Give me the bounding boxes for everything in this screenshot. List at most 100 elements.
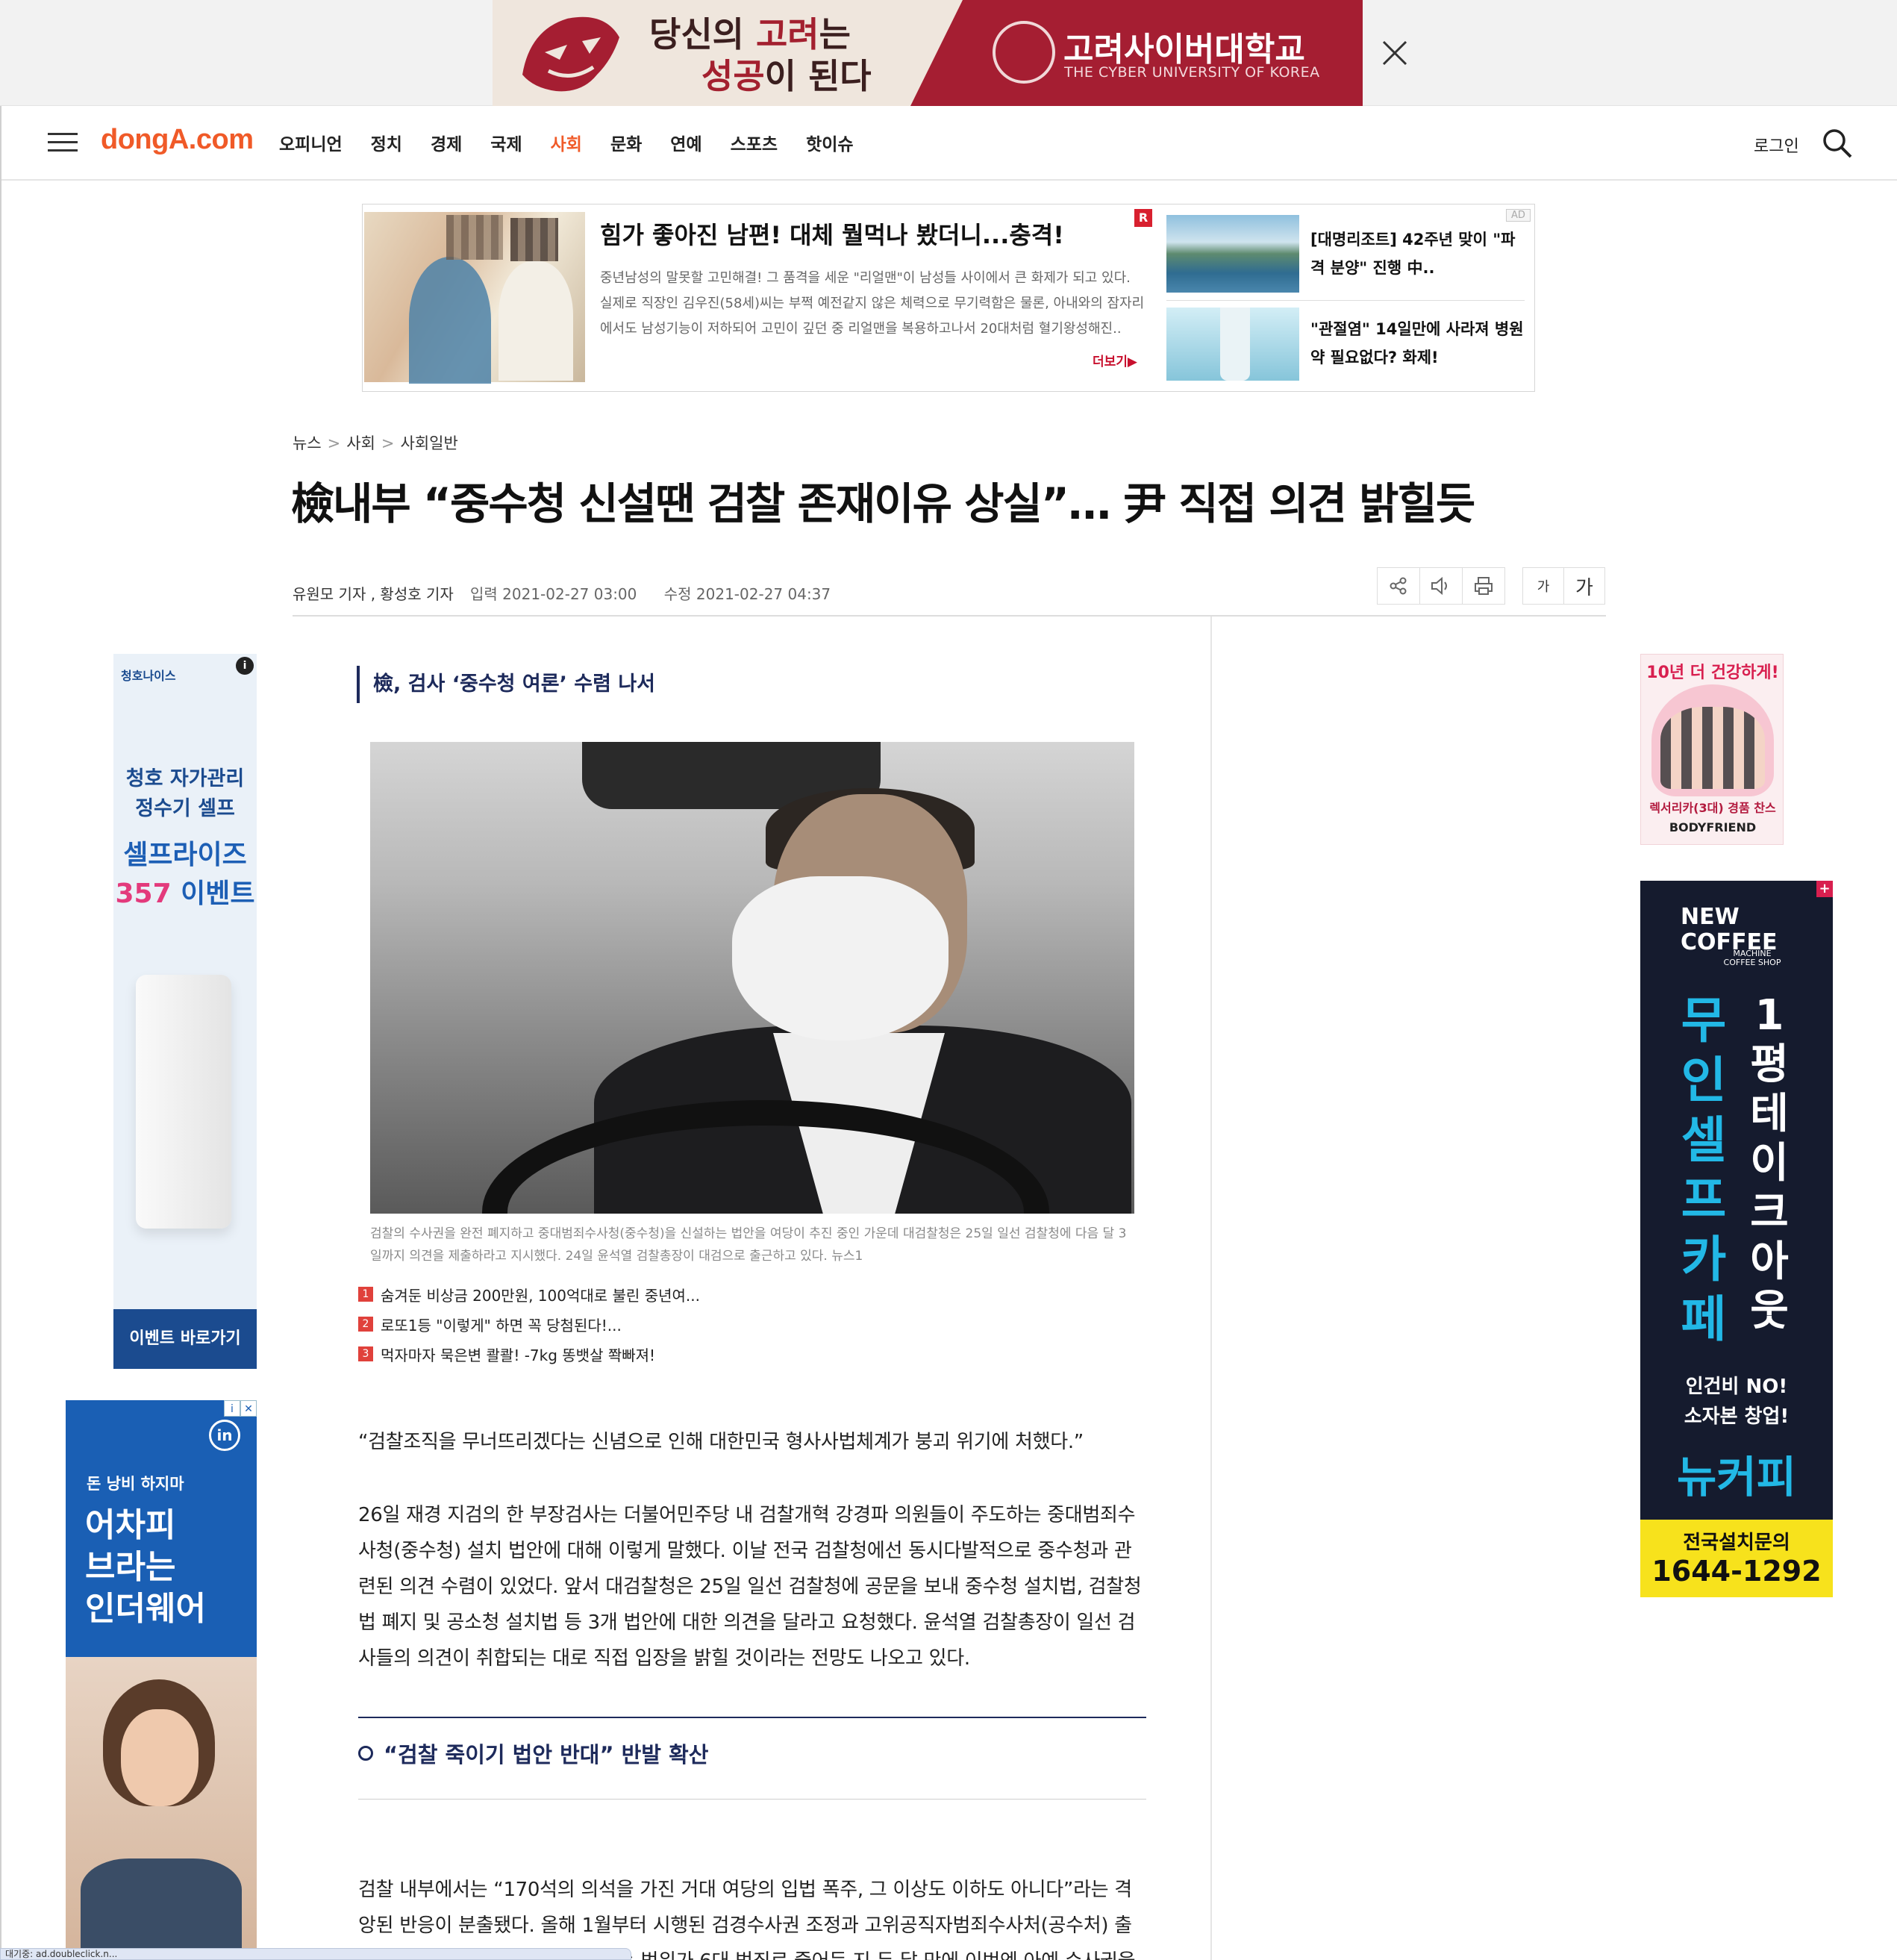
divider: [1166, 300, 1525, 301]
brand-circle-icon: in: [209, 1420, 240, 1451]
ad-side-thumbnail-legs[interactable]: [1166, 308, 1299, 381]
plus-icon[interactable]: +: [1816, 881, 1833, 897]
nav-item-international[interactable]: 국제: [490, 130, 522, 155]
section-heading-text: “검찰 죽이기 법안 반대” 반발 확산: [384, 1742, 709, 1767]
close-icon[interactable]: [1378, 36, 1412, 70]
ad-side-thumbnail-resort[interactable]: [1166, 215, 1299, 293]
divider: [358, 1799, 1146, 1800]
byline: 유원모 기자 , 황성호 기자: [293, 585, 454, 603]
nav-item-entertainment[interactable]: 연예: [670, 130, 701, 155]
ad-title: 10년 더 건강하게!: [1646, 664, 1779, 682]
edit-date: 수정 2021-02-27 04:37: [663, 585, 831, 603]
login-link[interactable]: 로그인: [1754, 133, 1799, 157]
ad-tagline: 인건비 NO! 소자본 창업!: [1684, 1376, 1790, 1428]
ad-thumbnail[interactable]: [364, 212, 585, 384]
listen-button[interactable]: [1419, 567, 1463, 605]
nav-item-culture[interactable]: 문화: [610, 130, 642, 155]
ad-side-title-2[interactable]: "관절염" 14일만에 사라져 병원약 필요없다? 화제!: [1310, 315, 1527, 372]
photo-caption: 검찰의 수사권을 완전 폐지하고 중대범죄수사청(중수청)을 신설하는 법안을 …: [370, 1226, 1127, 1264]
ad-badge: AD: [1506, 209, 1531, 222]
left-side-ad-chungho[interactable]: 청호나이스 i 청호 자가관리 정수기 셀프 셀프라이즈 357 이벤트 이벤트…: [113, 654, 257, 1369]
divider: [358, 1717, 1146, 1718]
nav-item-hot-issue[interactable]: 핫이슈: [806, 130, 853, 155]
article-subhead: 檢, 검사 ‘중수청 여론’ 수렴 나서: [357, 666, 655, 703]
university-name: 고려사이버대학교: [1063, 31, 1305, 69]
newcoffee-logo: NEW COFFEE: [1681, 904, 1778, 955]
article-toolbar: 가 가: [1377, 567, 1605, 605]
ad-contact-footer[interactable]: 전국설치문의 1644-1292: [1640, 1520, 1833, 1597]
group-photo: [1660, 707, 1765, 789]
font-decrease-button[interactable]: 가: [1522, 567, 1564, 605]
circle-bullet-icon: [358, 1746, 373, 1761]
native-ad-box[interactable]: 힘가 좋아진 남편! 대체 뭘먹나 봤더니...충격! 중년남성의 말못할 고민…: [362, 204, 1535, 392]
nav-item-politics[interactable]: 정치: [371, 130, 402, 155]
share-icon: [1390, 577, 1407, 595]
info-icon[interactable]: i: [236, 657, 254, 675]
university-name-en: THE CYBER UNIVERSITY OF KOREA: [1064, 64, 1320, 81]
rank-link-text[interactable]: 숨겨둔 비상금 200만원, 100억대로 불린 중년여...: [381, 1284, 700, 1305]
ad-vertical-text-blue: 무인셀프카페: [1681, 992, 1727, 1348]
ad-headline[interactable]: 힘가 좋아진 남편! 대체 뭘먹나 봤더니...충격!: [600, 216, 1064, 251]
nav-item-economy[interactable]: 경제: [431, 130, 462, 155]
search-icon[interactable]: [1821, 127, 1854, 160]
rank-number: 1: [358, 1287, 373, 1302]
page-title: 檢내부 “중수청 신설땐 검찰 존재이유 상실”… 尹 직접 의견 밝힐듯: [291, 478, 1475, 529]
article-photo[interactable]: [370, 742, 1134, 1214]
site-logo[interactable]: dongA.com: [101, 124, 254, 156]
nav-item-society[interactable]: 사회: [551, 130, 582, 155]
list-item[interactable]: 3 먹자마자 묵은변 콸콸! -7kg 똥뱃살 쫙빠져!: [358, 1339, 700, 1369]
water-purifier-image: [136, 975, 231, 1229]
ad-line: 셀프라이즈 357 이벤트: [115, 840, 255, 909]
article-paragraph: 검찰 내부에서는 “170석의 의석을 가진 거대 여당의 입법 폭주, 그 이…: [358, 1879, 1136, 1960]
list-item[interactable]: 1 숨겨둔 비상금 200만원, 100억대로 불린 중년여...: [358, 1279, 700, 1309]
print-button[interactable]: [1462, 567, 1505, 605]
ad-more-link[interactable]: 더보기▶: [1093, 351, 1137, 369]
top-ad-strip: 당신의 고려는 성공이 된다 고려사이버대학교 THE CYBER UNIVER…: [0, 0, 1897, 106]
nav-menu: 오피니언 정치 경제 국제 사회 문화 연예 스포츠 핫이슈: [279, 130, 882, 155]
ranked-links: 1 숨겨둔 비상금 200만원, 100억대로 불린 중년여... 2 로또1등 "…: [358, 1279, 700, 1369]
breadcrumb: 뉴스 > 사회 > 사회일반: [293, 434, 458, 452]
ad-choices[interactable]: i ✕: [224, 1400, 257, 1417]
breadcrumb-general[interactable]: 사회일반: [401, 434, 458, 452]
ad-vertical-text-white: 1평테이크아웃: [1750, 991, 1789, 1335]
divider: [293, 615, 1606, 617]
nav-item-opinion[interactable]: 오피니언: [279, 130, 343, 155]
rank-link-text[interactable]: 로또1등 "이렇게" 하면 꼭 당첨된다!...: [381, 1314, 622, 1335]
left-side-ad-inderwear[interactable]: i ✕ in 돈 낭비 하지마 어차피 브라는 인더웨어: [66, 1400, 257, 1960]
section-heading: “검찰 죽이기 법안 반대” 반발 확산: [358, 1738, 708, 1769]
rank-link-text[interactable]: 먹자마자 묵은변 콸콸! -7kg 똥뱃살 쫙빠져!: [381, 1343, 655, 1365]
rank-number: 3: [358, 1346, 373, 1361]
tiger-logo-icon: [522, 16, 619, 92]
share-button[interactable]: [1377, 567, 1420, 605]
top-banner-ad[interactable]: 당신의 고려는 성공이 된다 고려사이버대학교 THE CYBER UNIVER…: [493, 0, 1363, 106]
close-icon: ✕: [240, 1400, 257, 1417]
logo-subtitle: MACHINE COFFEE SHOP: [1723, 949, 1781, 967]
top-ad-slogan: 당신의 고려는 성공이 된다: [649, 14, 872, 96]
column-divider: [1210, 617, 1212, 1960]
nav-item-sports[interactable]: 스포츠: [731, 130, 778, 155]
article-paragraph: 26일 재경 지검의 한 부장검사는 더불어민주당 내 검찰개혁 강경파 의원들…: [358, 1504, 1142, 1670]
article-dates: 입력 2021-02-27 03:00 수정 2021-02-27 04:37: [470, 582, 853, 604]
hamburger-menu-icon[interactable]: [48, 131, 78, 154]
input-date: 입력 2021-02-27 03:00: [470, 585, 637, 603]
print-icon: [1475, 577, 1493, 595]
right-side-ad-bodyfriend[interactable]: 10년 더 건강하게! 렉서리카(3대) 경품 찬스 BODYFRIEND: [1640, 654, 1784, 845]
font-small-label: 가: [1537, 579, 1550, 595]
speaker-icon: [1431, 576, 1447, 596]
browser-status-bar: 대기중: ad.doubleclick.n...: [0, 1948, 631, 1960]
ad-side-title-1[interactable]: [대명리조트] 42주년 맞이 "파격 분양" 진행 中..: [1310, 225, 1527, 282]
ad-body: 중년남성의 말못할 고민해결! 그 품격을 세운 "리얼맨"이 남성들 사이에서…: [600, 270, 1145, 337]
rank-number: 2: [358, 1317, 373, 1332]
breadcrumb-news[interactable]: 뉴스: [293, 434, 322, 452]
event-cta-button[interactable]: 이벤트 바로가기: [113, 1309, 257, 1369]
ad-brand: BODYFRIEND: [1669, 820, 1757, 834]
breadcrumb-society[interactable]: 사회: [346, 434, 375, 452]
r-badge: R: [1134, 209, 1152, 227]
font-increase-button[interactable]: 가: [1563, 567, 1605, 605]
ad-brand-name: 뉴커피: [1676, 1452, 1797, 1502]
right-side-ad-newcoffee[interactable]: + NEW COFFEE MACHINE COFFEE SHOP 무인셀프카페 …: [1640, 881, 1833, 1597]
main-navbar: dongA.com 오피니언 정치 경제 국제 사회 문화 연예 스포츠 핫이슈…: [0, 106, 1897, 181]
list-item[interactable]: 2 로또1등 "이렇게" 하면 꼭 당첨된다!...: [358, 1309, 700, 1339]
ad-brand: 청호나이스: [121, 669, 176, 683]
article-quote: “검찰조직을 무너뜨리겠다는 신념으로 인해 대한민국 형사사법체계가 붕괴 위…: [358, 1431, 1084, 1453]
